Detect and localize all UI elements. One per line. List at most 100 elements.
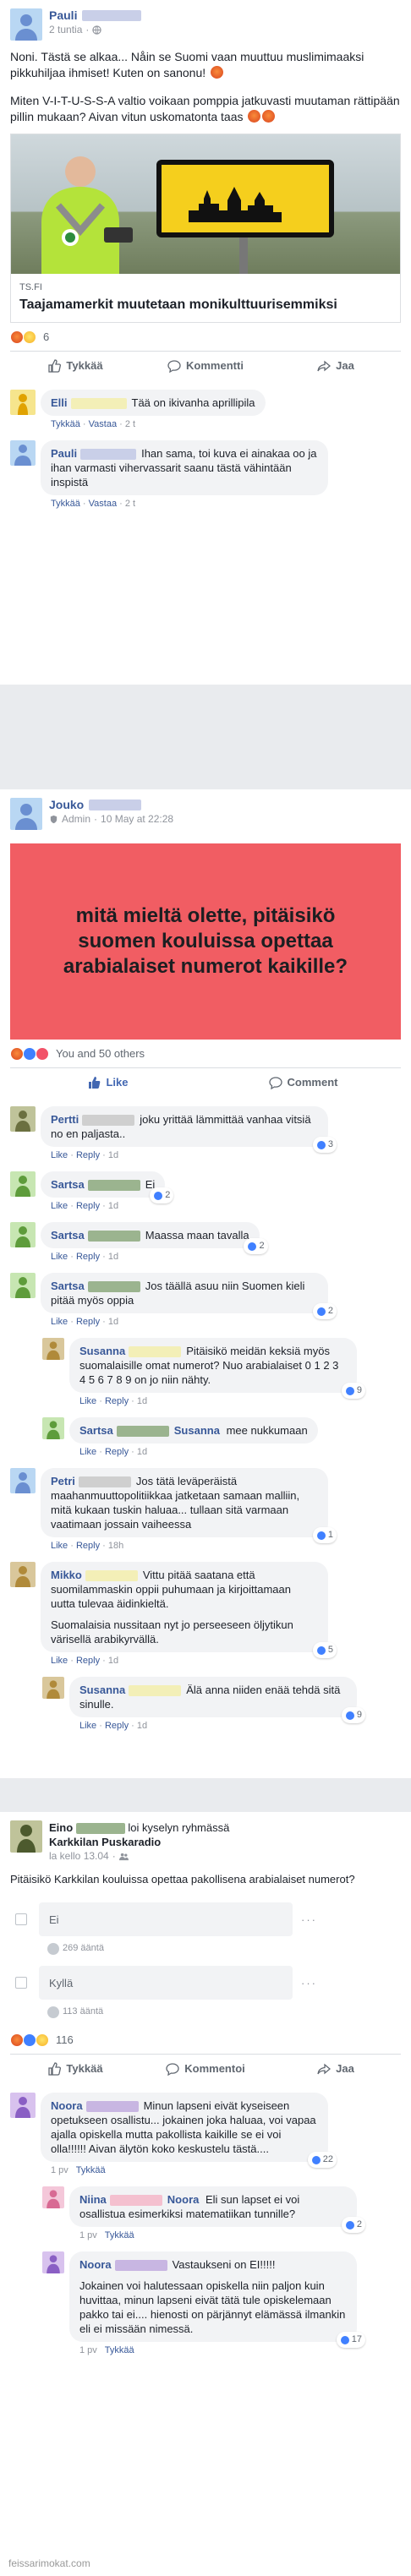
commenter-name[interactable]: Petri — [51, 1475, 75, 1487]
comment-time[interactable]: 1 pv — [51, 2165, 68, 2175]
comment-time[interactable]: 2 t — [125, 419, 135, 429]
comment-time[interactable]: 1d — [137, 1721, 147, 1731]
mention-link[interactable]: Susanna — [174, 1424, 220, 1437]
poll-option[interactable]: Kyllä ··· — [10, 1966, 401, 2000]
comment-reactions[interactable]: 5 — [312, 1642, 337, 1658]
comment-time[interactable]: 1d — [137, 1396, 147, 1406]
avatar[interactable] — [10, 440, 36, 466]
comment-like-link[interactable]: Tykkää — [105, 2230, 134, 2240]
comment-like-link[interactable]: Like — [51, 1201, 68, 1211]
comment-reactions[interactable]: 2 — [150, 1187, 174, 1203]
avatar[interactable] — [10, 8, 42, 41]
poll-votes[interactable]: 269 ääntä — [47, 1941, 411, 1956]
comment-reply-link[interactable]: Reply — [105, 1447, 129, 1457]
commenter-name[interactable]: Susanna — [79, 1684, 125, 1696]
comment-reactions[interactable]: 22 — [307, 2152, 337, 2168]
comment-time[interactable]: 2 t — [125, 499, 135, 509]
avatar[interactable] — [42, 2251, 64, 2273]
group-name[interactable]: Karkkilan Puskaradio — [49, 1836, 161, 1848]
author-name[interactable]: Eino — [49, 1821, 73, 1834]
poll-checkbox[interactable] — [15, 1913, 27, 1925]
mention-link[interactable]: Noora — [167, 2193, 200, 2206]
avatar[interactable] — [10, 1222, 36, 1247]
comment-reactions[interactable]: 9 — [341, 1707, 365, 1723]
avatar[interactable] — [10, 1171, 36, 1197]
post-time[interactable]: la kello 13.04 — [49, 1849, 109, 1864]
comment-reactions[interactable]: 1 — [312, 1527, 337, 1543]
avatar[interactable] — [10, 1562, 36, 1587]
comment-reply-link[interactable]: Reply — [76, 1317, 100, 1327]
commenter-name[interactable]: Susanna — [79, 1345, 125, 1357]
comment-button[interactable]: Comment — [206, 1068, 401, 1096]
commenter-name[interactable]: Noora — [79, 2258, 112, 2271]
commenter-name[interactable]: Elli — [51, 396, 68, 409]
commenter-name[interactable]: Niina — [79, 2193, 107, 2206]
comment-reply-link[interactable]: Vastaa — [89, 419, 117, 429]
more-options-icon[interactable]: ··· — [301, 1913, 317, 1927]
avatar[interactable] — [10, 1820, 42, 1853]
poll-option-label[interactable]: Kyllä — [39, 1966, 293, 2000]
share-button[interactable]: Jaa — [271, 352, 401, 379]
comment-reply-link[interactable]: Reply — [105, 1396, 129, 1406]
comment-like-link[interactable]: Like — [51, 1656, 68, 1666]
comment-reply-link[interactable]: Reply — [105, 1721, 129, 1731]
commenter-name[interactable]: Mikko — [51, 1569, 82, 1581]
poll-option[interactable]: Ei ··· — [10, 1902, 401, 1936]
comment-like-link[interactable]: Like — [51, 1317, 68, 1327]
like-button[interactable]: Like — [10, 1068, 206, 1096]
comment-reactions[interactable]: 2 — [341, 2217, 365, 2233]
commenter-name[interactable]: Sartsa — [51, 1178, 85, 1191]
comment-time[interactable]: 1 pv — [79, 2345, 97, 2355]
avatar[interactable] — [10, 390, 36, 415]
post-time[interactable]: 2 tuntia — [49, 23, 82, 37]
comment-time[interactable]: 1d — [108, 1252, 118, 1262]
comment-reactions[interactable]: 17 — [336, 2332, 365, 2348]
comment-time[interactable]: 1 pv — [79, 2230, 97, 2240]
comment-reply-link[interactable]: Reply — [76, 1150, 100, 1160]
comment-reply-link[interactable]: Vastaa — [89, 499, 117, 509]
commenter-name[interactable]: Pertti — [51, 1113, 79, 1126]
comment-time[interactable]: 1d — [108, 1317, 118, 1327]
commenter-name[interactable]: Sartsa — [51, 1229, 85, 1242]
comment-time[interactable]: 1d — [108, 1656, 118, 1666]
avatar[interactable] — [42, 2186, 64, 2208]
author-name[interactable]: Pauli — [49, 8, 77, 23]
comment-like-link[interactable]: Like — [51, 1252, 68, 1262]
comment-like-link[interactable]: Like — [79, 1447, 96, 1457]
comment-reply-link[interactable]: Reply — [76, 1656, 100, 1666]
comment-like-link[interactable]: Like — [79, 1721, 96, 1731]
comment-reactions[interactable]: 3 — [312, 1137, 337, 1153]
like-button[interactable]: Tykkää — [10, 352, 140, 379]
link-title[interactable]: Taajamamerkit muutetaan monikulttuurisem… — [11, 297, 400, 322]
reactions-summary[interactable]: You and 50 others — [0, 1040, 411, 1067]
comment-reactions[interactable]: 9 — [341, 1383, 365, 1399]
comment-reply-link[interactable]: Reply — [76, 1252, 100, 1262]
comment-like-link[interactable]: Like — [51, 1150, 68, 1160]
like-button[interactable]: Tykkää — [10, 2055, 140, 2082]
comment-time[interactable]: 1d — [137, 1447, 147, 1457]
comment-reply-link[interactable]: Reply — [76, 1201, 100, 1211]
reactions-summary[interactable]: 116 — [0, 2026, 411, 2054]
avatar[interactable] — [42, 1338, 64, 1360]
comment-time[interactable]: 18h — [108, 1541, 123, 1551]
comment-like-link[interactable]: Like — [79, 1396, 96, 1406]
commenter-name[interactable]: Sartsa — [79, 1424, 113, 1437]
avatar[interactable] — [10, 798, 42, 830]
reactions-summary[interactable]: 6 — [0, 323, 411, 351]
poll-votes[interactable]: 113 ääntä — [47, 2005, 411, 2019]
comment-reactions[interactable]: 2 — [312, 1303, 337, 1319]
comment-like-link[interactable]: Tykkää — [51, 499, 80, 509]
comment-like-link[interactable]: Tykkää — [105, 2345, 134, 2355]
avatar[interactable] — [10, 1468, 36, 1493]
poll-checkbox[interactable] — [15, 1977, 27, 1989]
avatar[interactable] — [42, 1677, 64, 1699]
avatar[interactable] — [42, 1417, 64, 1439]
commenter-name[interactable]: Pauli — [51, 447, 77, 460]
link-preview[interactable]: TS.FI Taajamamerkit muutetaan monikulttu… — [10, 134, 401, 323]
comment-button[interactable]: Kommentti — [140, 352, 271, 379]
comment-reply-link[interactable]: Reply — [76, 1541, 100, 1551]
comment-button[interactable]: Kommentoi — [140, 2055, 271, 2082]
commenter-name[interactable]: Noora — [51, 2099, 83, 2112]
comment-reactions[interactable]: 2 — [244, 1238, 268, 1254]
comment-time[interactable]: 1d — [108, 1150, 118, 1160]
